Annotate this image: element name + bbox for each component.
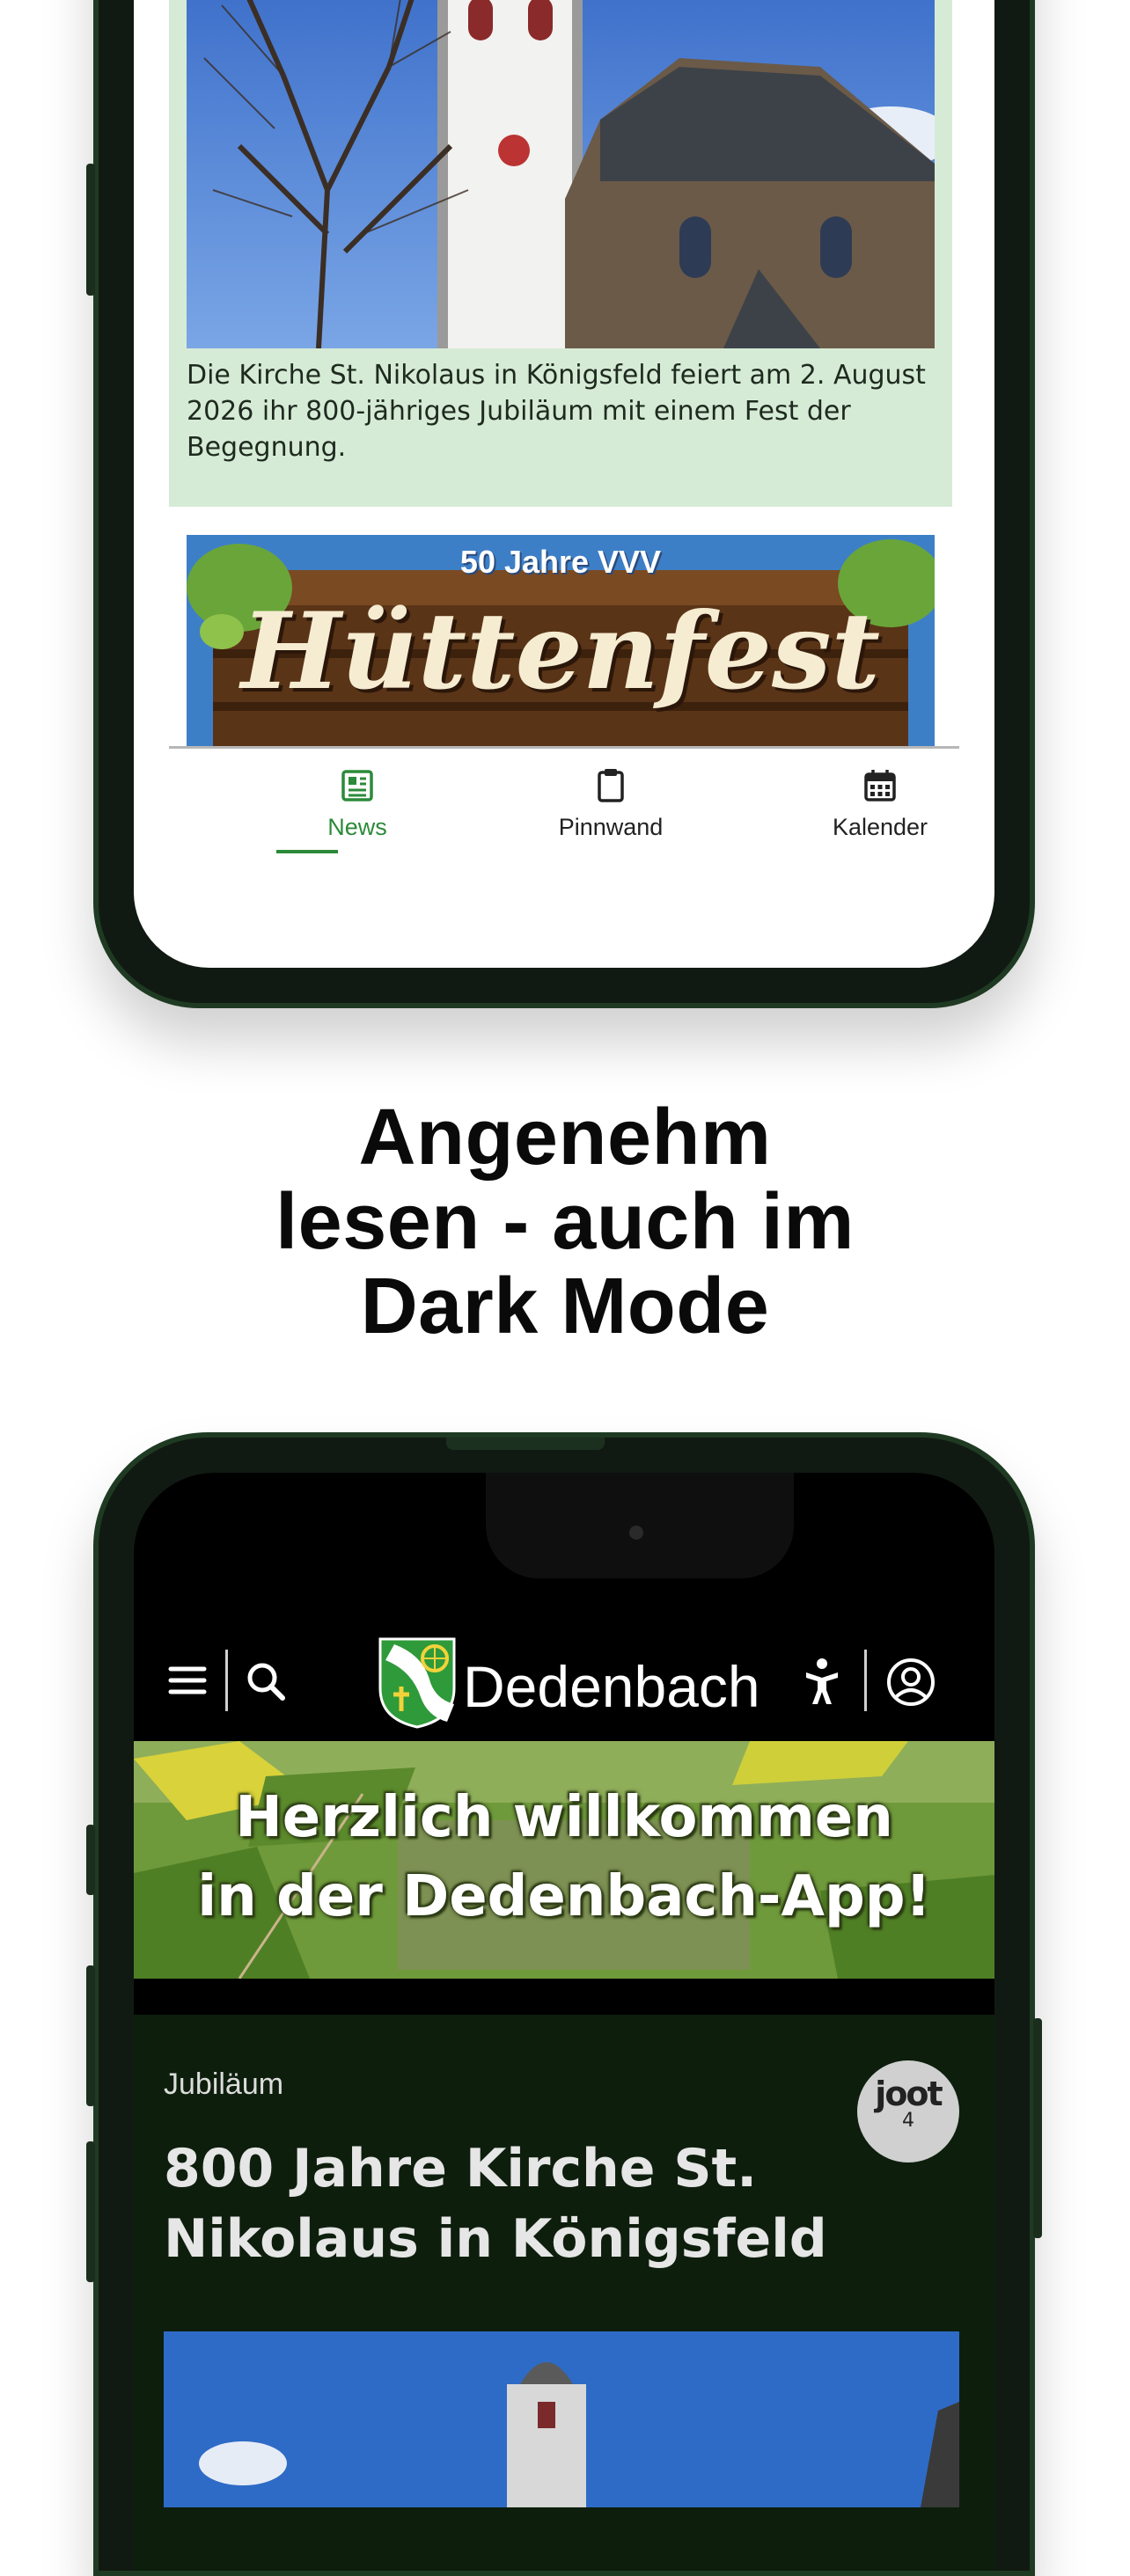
accessibility-icon[interactable] xyxy=(803,1657,841,1706)
phone-light-mode: Die Kirche St. Nikolaus in Königsfeld fe… xyxy=(86,0,1035,1008)
phone-volume-down-button xyxy=(86,2141,95,2282)
app-header: Dedenbach xyxy=(134,1627,994,1741)
newspaper-icon xyxy=(341,770,373,801)
phone-side-button xyxy=(86,164,95,296)
profile-icon[interactable] xyxy=(885,1657,936,1708)
article-photo xyxy=(164,2331,959,2507)
news-caption: Die Kirche St. Nikolaus in Königsfeld fe… xyxy=(187,360,926,463)
banner-subtitle: 50 Jahre VVV xyxy=(459,544,662,580)
speaker-grill xyxy=(446,1438,605,1450)
news-card[interactable]: Die Kirche St. Nikolaus in Königsfeld fe… xyxy=(169,0,952,507)
phone-power-button xyxy=(1033,2018,1042,2238)
huettenfest-banner[interactable]: 50 Jahre VVV Hüttenfest xyxy=(187,535,935,746)
headline-line-3: Dark Mode xyxy=(360,1262,770,1350)
banner-title: Hüttenfest xyxy=(240,589,881,714)
headline-line-1: Angenehm xyxy=(358,1094,772,1182)
phone-dark-mode: Dedenbach Herzlich willkommen in der Ded… xyxy=(86,1432,1042,2576)
active-tab-indicator xyxy=(276,850,338,853)
light-screen: Die Kirche St. Nikolaus in Königsfeld fe… xyxy=(134,0,994,968)
article-category: Jubiläum xyxy=(164,2067,284,2101)
tab-news[interactable]: News xyxy=(269,766,445,841)
joot-badge-label: joot xyxy=(875,2075,943,2113)
search-icon[interactable] xyxy=(245,1660,287,1702)
phone-side-button xyxy=(86,1825,95,1895)
article-card[interactable]: Jubiläum joot 4 800 Jahre Kirche St. Nik… xyxy=(134,2015,994,2571)
dedenbach-crest-icon xyxy=(378,1637,456,1729)
tab-kalender-label: Kalender xyxy=(832,814,928,840)
tab-pinnwand[interactable]: Pinnwand xyxy=(523,766,699,841)
tab-kalender[interactable]: Kalender xyxy=(792,766,968,841)
joot-badge-count: 4 xyxy=(902,2110,914,2132)
welcome-text: Herzlich willkommen in der Dedenbach-App… xyxy=(134,1778,994,1936)
marketing-headline: Angenehm lesen - auch im Dark Mode xyxy=(0,1095,1130,1349)
welcome-banner[interactable]: Herzlich willkommen in der Dedenbach-App… xyxy=(134,1741,994,1979)
header-divider xyxy=(864,1650,867,1711)
calendar-icon xyxy=(864,770,896,801)
header-divider xyxy=(225,1650,228,1711)
bottom-tab-bar: News Pinnwand Kalender xyxy=(169,746,959,872)
phone-volume-up-button xyxy=(86,1965,95,2106)
dynamic-island xyxy=(486,1473,794,1578)
clipboard-icon xyxy=(598,769,624,802)
welcome-line-1: Herzlich willkommen xyxy=(235,1785,893,1850)
headline-line-2: lesen - auch im xyxy=(275,1178,855,1266)
front-camera xyxy=(629,1526,643,1540)
app-title: Dedenbach xyxy=(463,1654,760,1719)
tab-news-label: News xyxy=(327,814,387,840)
dark-screen: Dedenbach Herzlich willkommen in der Ded… xyxy=(134,1473,994,2571)
tab-pinnwand-label: Pinnwand xyxy=(558,814,664,840)
church-photo xyxy=(187,0,935,348)
article-title: 800 Jahre Kirche St. Nikolaus in Königsf… xyxy=(164,2138,827,2270)
menu-icon[interactable] xyxy=(167,1660,208,1701)
welcome-line-2: in der Dedenbach-App! xyxy=(197,1864,931,1929)
